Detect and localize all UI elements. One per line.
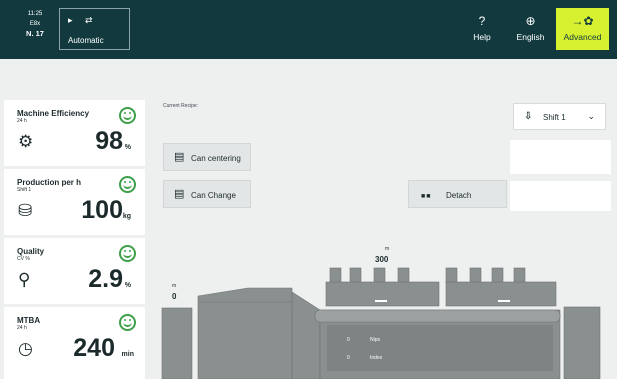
smiley-good-icon xyxy=(119,314,136,331)
can-change-button[interactable]: ▤ Can Change xyxy=(163,180,251,208)
top-bar: 11:25 E8x N. 17 ▸ ⇄ Automatic ? Help ⊕ E… xyxy=(0,0,617,59)
cylinder-7 xyxy=(491,267,504,284)
language-label: English xyxy=(516,32,545,42)
index-value: 0 xyxy=(347,355,350,361)
feeding-unit xyxy=(197,287,293,379)
detach-button[interactable]: ■■ Detach xyxy=(408,180,507,208)
can-centering-button[interactable]: ▤ Can centering xyxy=(163,143,251,171)
production-icon: ⛁ xyxy=(18,201,33,220)
shift-worker-icon: ⇩ xyxy=(524,111,533,122)
help-label: Help xyxy=(473,32,491,42)
cylinder-8 xyxy=(513,267,526,284)
can-centering-label: Can centering xyxy=(191,154,241,163)
kpi-subtitle: Shift 1 xyxy=(17,187,32,193)
kpi-unit: % xyxy=(124,144,131,151)
detach-icon: ■■ xyxy=(421,193,432,200)
machine-status: 11:25 E8x N. 17 xyxy=(13,9,57,39)
cylinder-1 xyxy=(329,267,342,284)
rail xyxy=(314,309,561,323)
app-window: 11:25 E8x N. 17 ▸ ⇄ Automatic ? Help ⊕ E… xyxy=(0,0,617,379)
kpi-unit: % xyxy=(124,282,131,289)
counter-panel xyxy=(327,325,553,371)
main-speed-unit: m xyxy=(385,246,390,252)
can-change-icon: ▤ xyxy=(174,188,185,200)
kpi-value: 2.9 xyxy=(88,265,123,293)
kpi-value: 240 xyxy=(73,334,115,362)
status-unit: E8x xyxy=(29,21,41,27)
advanced-gear-icon: →✿ xyxy=(571,14,594,28)
kpi-card-mtba[interactable]: MTBA 24 h ◷ 240 min xyxy=(4,307,145,379)
kpi-card-production[interactable]: Production per h Shift 1 ⛁ 100 kg xyxy=(4,169,145,235)
can-change-label: Can Change xyxy=(191,191,236,200)
indicator-right xyxy=(498,300,510,302)
info-panel-bottom xyxy=(510,181,611,211)
play-repeat-icon: ▸ ⇄ xyxy=(68,15,98,25)
kpi-title: Machine Efficiency xyxy=(17,109,90,118)
quality-magnifier-icon: ⚲ xyxy=(18,270,31,289)
nips-label: Nips xyxy=(370,337,381,343)
machine-diagram xyxy=(161,267,601,379)
shift-dropdown[interactable]: ⇩ Shift 1 ⌄ xyxy=(513,103,606,130)
cylinder-5 xyxy=(445,267,458,284)
smiley-good-icon xyxy=(119,245,136,262)
shift-dropdown-value: Shift 1 xyxy=(543,113,566,122)
kpi-title: Production per h xyxy=(17,178,81,187)
cylinder-4 xyxy=(397,267,410,284)
smiley-good-icon xyxy=(119,176,136,193)
current-recipe-label: Current Recipe: xyxy=(163,103,199,109)
status-time: 11:25 xyxy=(27,11,43,17)
index-label: Index xyxy=(370,355,383,361)
language-button[interactable]: ⊕ English xyxy=(510,8,551,50)
kpi-title: Quality xyxy=(17,247,45,256)
drafting-head xyxy=(291,291,321,379)
cylinder-3 xyxy=(373,267,386,284)
kpi-value: 100 xyxy=(81,196,123,224)
cylinder-6 xyxy=(469,267,482,284)
drafting-bar-right xyxy=(445,281,557,307)
smiley-good-icon xyxy=(119,107,136,124)
advanced-button[interactable]: →✿ Advanced xyxy=(556,8,609,50)
info-panel-top xyxy=(510,140,611,174)
mode-button[interactable]: ▸ ⇄ Automatic xyxy=(59,8,130,50)
kpi-value: 98 xyxy=(95,127,123,155)
kpi-card-efficiency[interactable]: Machine Efficiency 24 h ⚙ 98 % xyxy=(4,100,145,166)
drafting-bar-left xyxy=(325,281,440,307)
right-can xyxy=(563,306,601,379)
kpi-subtitle: CV % xyxy=(17,256,30,262)
help-button[interactable]: ? Help xyxy=(464,8,500,50)
machine-number: N. 17 xyxy=(26,29,44,38)
mode-label: Automatic xyxy=(68,36,104,45)
nips-value: 0 xyxy=(347,337,350,343)
cylinder-2 xyxy=(349,267,362,284)
can-centering-icon: ▤ xyxy=(174,151,185,163)
globe-icon: ⊕ xyxy=(525,14,536,28)
kpi-title: MTBA xyxy=(17,316,41,325)
chevron-down-icon: ⌄ xyxy=(587,111,595,121)
kpi-unit: min xyxy=(121,351,134,358)
kpi-subtitle: 24 h xyxy=(17,118,27,124)
advanced-label: Advanced xyxy=(563,32,602,42)
indicator-left xyxy=(375,300,387,302)
left-can xyxy=(161,307,193,379)
kpi-unit: kg xyxy=(122,213,131,220)
clock-icon: ◷ xyxy=(18,339,33,358)
help-icon: ? xyxy=(478,14,486,28)
gear-icon: ⚙ xyxy=(18,132,34,151)
kpi-card-quality[interactable]: Quality CV % ⚲ 2.9 % xyxy=(4,238,145,304)
kpi-subtitle: 24 h xyxy=(17,325,27,331)
detach-label: Detach xyxy=(446,191,472,200)
